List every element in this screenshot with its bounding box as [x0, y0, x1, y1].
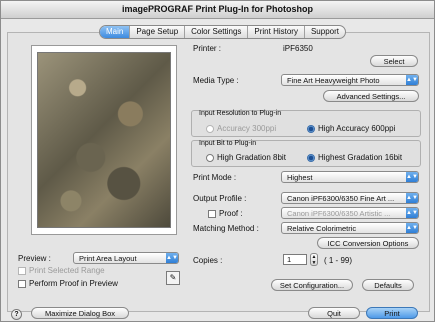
printer-value: iPF6350 — [283, 44, 313, 53]
tab-main[interactable]: Main — [100, 26, 131, 38]
input-bit-title: Input Bit to Plug-in — [199, 140, 257, 147]
gradation-16bit-label: Highest Gradation 16bit — [318, 153, 403, 162]
gradation-16bit-radio[interactable] — [307, 154, 315, 162]
perform-proof-label: Perform Proof in Preview — [29, 279, 118, 288]
select-printer-button[interactable]: Select — [370, 55, 418, 67]
proof-tool-icon[interactable]: ✎ — [166, 271, 180, 285]
tab-color-settings[interactable]: Color Settings — [185, 26, 249, 38]
matching-method-select[interactable]: Relative Colorimetric ▲▼ — [281, 222, 419, 234]
tab-page-setup[interactable]: Page Setup — [130, 26, 186, 38]
window-title: imagePROGRAF Print Plug-In for Photoshop — [1, 1, 434, 19]
gradation-8bit-radio[interactable] — [206, 154, 214, 162]
defaults-button[interactable]: Defaults — [362, 279, 414, 291]
output-profile-label: Output Profile : — [193, 194, 247, 203]
tab-print-history[interactable]: Print History — [248, 26, 305, 38]
quit-button[interactable]: Quit — [308, 307, 360, 319]
copies-stepper[interactable]: ▲ ▼ — [310, 253, 318, 266]
dropdown-arrow-icon: ▲▼ — [406, 172, 418, 182]
preview-select[interactable]: Print Area Layout ▲▼ — [73, 252, 179, 264]
accuracy-600-label: High Accuracy 600ppi — [318, 124, 396, 133]
output-profile-value: Canon iPF6300/6350 Fine Art ... — [287, 194, 395, 203]
input-resolution-title: Input Resolution to Plug-in — [199, 110, 282, 117]
proof-label: Proof : — [219, 209, 243, 218]
copies-input[interactable]: 1 — [283, 254, 307, 265]
help-icon[interactable]: ? — [11, 309, 22, 320]
preview-label: Preview : — [18, 254, 51, 263]
tab-support[interactable]: Support — [305, 26, 345, 38]
preview-frame — [31, 45, 177, 235]
gradation-8bit-label: High Gradation 8bit — [217, 153, 286, 162]
tab-bar: Main Page Setup Color Settings Print His… — [99, 25, 346, 39]
perform-proof-checkbox[interactable] — [18, 280, 26, 288]
dropdown-arrow-icon: ▲▼ — [406, 208, 418, 218]
proof-profile-value: Canon iPF6300/6350 Artistic ... — [287, 209, 391, 218]
printer-label: Printer : — [193, 44, 222, 53]
copies-range: ( 1 - 99) — [324, 256, 353, 265]
output-profile-select[interactable]: Canon iPF6300/6350 Fine Art ... ▲▼ — [281, 192, 419, 204]
set-configuration-button[interactable]: Set Configuration... — [271, 279, 353, 291]
media-type-label: Media Type : — [193, 76, 239, 85]
print-selected-range-checkbox[interactable] — [18, 267, 26, 275]
copies-label: Copies : — [193, 256, 223, 265]
print-selected-range-label: Print Selected Range — [29, 266, 105, 275]
print-button[interactable]: Print — [366, 307, 418, 319]
proof-checkbox[interactable] — [208, 210, 216, 218]
advanced-settings-button[interactable]: Advanced Settings... — [323, 90, 419, 102]
print-mode-value: Highest — [287, 173, 313, 182]
accuracy-300-label: Accuracy 300ppi — [217, 124, 277, 133]
icc-conversion-options-button[interactable]: ICC Conversion Options — [317, 237, 419, 249]
preview-value: Print Area Layout — [79, 254, 137, 263]
matching-method-value: Relative Colorimetric — [287, 224, 357, 233]
dropdown-arrow-icon: ▲▼ — [166, 253, 178, 263]
proof-profile-select[interactable]: Canon iPF6300/6350 Artistic ... ▲▼ — [281, 207, 419, 219]
accuracy-600-radio[interactable] — [307, 125, 315, 133]
dropdown-arrow-icon: ▲▼ — [406, 75, 418, 85]
print-mode-label: Print Mode : — [193, 173, 237, 182]
preview-image — [37, 52, 171, 228]
matching-method-label: Matching Method : — [193, 224, 259, 233]
media-type-select[interactable]: Fine Art Heavyweight Photo ▲▼ — [281, 74, 419, 86]
print-mode-select[interactable]: Highest ▲▼ — [281, 171, 419, 183]
accuracy-300-radio[interactable] — [206, 125, 214, 133]
maximize-dialog-button[interactable]: Maximize Dialog Box — [31, 307, 129, 319]
dialog-window: imagePROGRAF Print Plug-In for Photoshop… — [0, 0, 435, 322]
dropdown-arrow-icon: ▲▼ — [406, 193, 418, 203]
media-type-value: Fine Art Heavyweight Photo — [287, 76, 380, 85]
dropdown-arrow-icon: ▲▼ — [406, 223, 418, 233]
